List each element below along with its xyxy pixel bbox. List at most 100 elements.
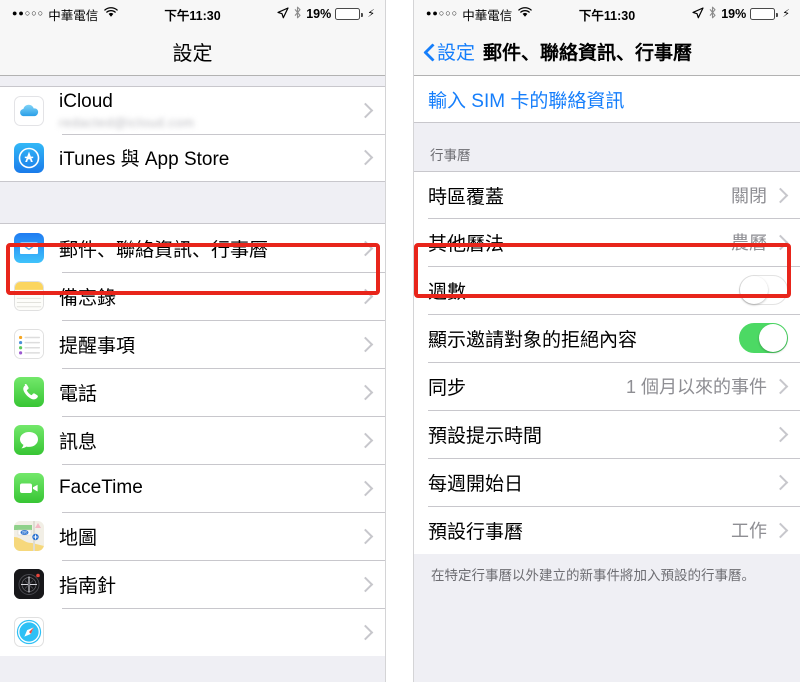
sidebar-item-icloud[interactable]: iCloud redacted@icloud.com [0,87,385,134]
battery-percent-label: 19% [306,7,332,21]
row-label: 其他曆法 [428,233,505,255]
icloud-text-column: iCloud redacted@icloud.com [59,91,360,130]
row-value: 1 個月以來的事件 [625,377,767,397]
section-header-label: 行事曆 [430,148,471,163]
chevron-right-icon [357,576,374,592]
carrier-name: 中華電信 [462,8,513,23]
phone-icon [14,377,44,407]
sidebar-item-messages[interactable]: 訊息 [0,416,385,464]
left-nav-bar: 設定 [0,28,385,76]
maps-icon: 280 [14,521,44,551]
chevron-right-icon [772,426,789,442]
lightning-bolt-icon: ⚡ [367,7,375,20]
row-value: 工作 [731,521,767,541]
list-top-gap [0,76,385,86]
sidebar-item-compass[interactable]: 指南針 [0,560,385,608]
carrier-name: 中華電信 [48,8,99,23]
battery-percent-label: 19% [721,7,747,21]
settings-group-apps: 郵件、聯絡資訊、行事曆 備忘錄 提醒事項 電話 訊息 FaceTime 280 … [0,223,385,656]
chevron-left-icon [423,43,434,61]
sidebar-item-label: 指南針 [59,575,117,597]
chevron-right-icon [357,240,374,256]
back-button[interactable]: 設定 [414,38,475,65]
row-label: 同步 [428,377,467,399]
chevron-right-icon [357,624,374,640]
row-start-week-on[interactable]: 每週開始日 [414,458,800,506]
messages-icon [14,425,44,455]
sidebar-item-itunes-app-store[interactable]: iTunes 與 App Store [0,134,385,181]
right-phone-mail-settings-screen: ●●○○○ 中華電信 下午11:30 19% ⚡ 設定 郵件、聯絡資訊、行事曆 … [413,0,800,682]
sidebar-item-mail-contacts-calendars[interactable]: 郵件、聯絡資訊、行事曆 [0,224,385,272]
settings-group-accounts: iCloud redacted@icloud.com iTunes 與 App … [0,86,385,182]
signal-strength-dots: ●●○○○ [426,7,459,18]
sidebar-item-label: iTunes 與 App Store [59,149,230,170]
chevron-right-icon [357,384,374,400]
icloud-icon [14,95,44,126]
sidebar-item-label: 地圖 [59,527,98,549]
row-label: 輸入 SIM 卡的聯絡資訊 [428,90,625,112]
settings-group-calendar: 時區覆蓋 關閉 其他曆法 農曆 週數 顯示邀請對象的拒絕內容 同步 1 個月以來… [414,171,800,554]
chevron-right-icon [772,378,789,394]
toggle-week-numbers[interactable] [739,275,788,305]
status-bar-right: ●●○○○ 中華電信 下午11:30 19% ⚡ [414,0,800,28]
chevron-right-icon [357,432,374,448]
sidebar-item-phone[interactable]: 電話 [0,368,385,416]
row-default-alert-times[interactable]: 預設提示時間 [414,410,800,458]
icloud-account-email: redacted@icloud.com [59,115,195,130]
wifi-icon [104,7,118,21]
chevron-right-icon [357,336,374,352]
chevron-right-icon [357,288,374,304]
sidebar-item-label: 訊息 [59,431,98,453]
bluetooth-icon [708,6,717,22]
sidebar-item-facetime[interactable]: FaceTime [0,464,385,512]
toggle-show-invitee-declines[interactable] [739,323,788,353]
signal-strength-dots: ●●○○○ [12,7,45,18]
row-show-invitee-declines[interactable]: 顯示邀請對象的拒絕內容 [414,314,800,362]
battery-icon [750,8,778,20]
settings-group-sim: 輸入 SIM 卡的聯絡資訊 [414,76,800,123]
chevron-right-icon [357,480,374,496]
sidebar-item-notes[interactable]: 備忘錄 [0,272,385,320]
location-arrow-icon [692,6,704,22]
sidebar-item-maps[interactable]: 280 地圖 [0,512,385,560]
row-week-numbers[interactable]: 週數 [414,266,800,314]
chevron-right-icon [772,474,789,490]
status-bar-carrier-group: ●●○○○ 中華電信 [12,5,118,24]
notes-icon [14,281,44,311]
right-nav-bar: 設定 郵件、聯絡資訊、行事曆 [414,28,800,76]
lightning-bolt-icon: ⚡ [782,7,790,20]
app-store-icon [14,142,44,173]
row-label: 時區覆蓋 [428,186,505,208]
reminders-icon [14,329,44,359]
left-phone-settings-screen: ●●○○○ 中華電信 下午11:30 19% ⚡ 設定 iCloud redac… [0,0,386,682]
left-settings-list[interactable]: iCloud redacted@icloud.com iTunes 與 App … [0,76,385,682]
status-bar-right-group: 19% ⚡ [692,6,790,22]
sidebar-item-label: 郵件、聯絡資訊、行事曆 [59,239,269,261]
right-settings-list[interactable]: 輸入 SIM 卡的聯絡資訊 行事曆 時區覆蓋 關閉 其他曆法 農曆 週數 顯示邀… [414,76,800,682]
battery-icon [335,8,363,20]
sidebar-item-reminders[interactable]: 提醒事項 [0,320,385,368]
chevron-right-icon [357,528,374,544]
chevron-right-icon [357,149,374,166]
back-button-label: 設定 [437,43,476,64]
row-alternate-calendars[interactable]: 其他曆法 農曆 [414,218,800,266]
chevron-right-icon [357,102,374,119]
row-time-zone-override[interactable]: 時區覆蓋 關閉 [414,172,800,218]
row-sync[interactable]: 同步 1 個月以來的事件 [414,362,800,410]
chevron-right-icon [772,187,789,203]
sidebar-item-safari-partial[interactable] [0,608,385,656]
chevron-right-icon [772,234,789,250]
wifi-icon [518,7,532,21]
sidebar-item-label: 提醒事項 [59,335,136,357]
row-label: 每週開始日 [428,473,524,495]
sidebar-item-label: 備忘錄 [59,287,117,309]
compass-icon [14,569,44,599]
status-bar-left: ●●○○○ 中華電信 下午11:30 19% ⚡ [0,0,385,28]
row-default-calendar[interactable]: 預設行事曆 工作 [414,506,800,554]
list-group-gap [0,182,385,223]
screenshot-stage: ●●○○○ 中華電信 下午11:30 19% ⚡ 設定 iCloud redac… [0,0,800,682]
row-enter-sim-contacts[interactable]: 輸入 SIM 卡的聯絡資訊 [414,76,800,122]
page-title: 郵件、聯絡資訊、行事曆 [483,43,693,64]
safari-icon [14,617,44,647]
row-value: 農曆 [731,233,767,253]
